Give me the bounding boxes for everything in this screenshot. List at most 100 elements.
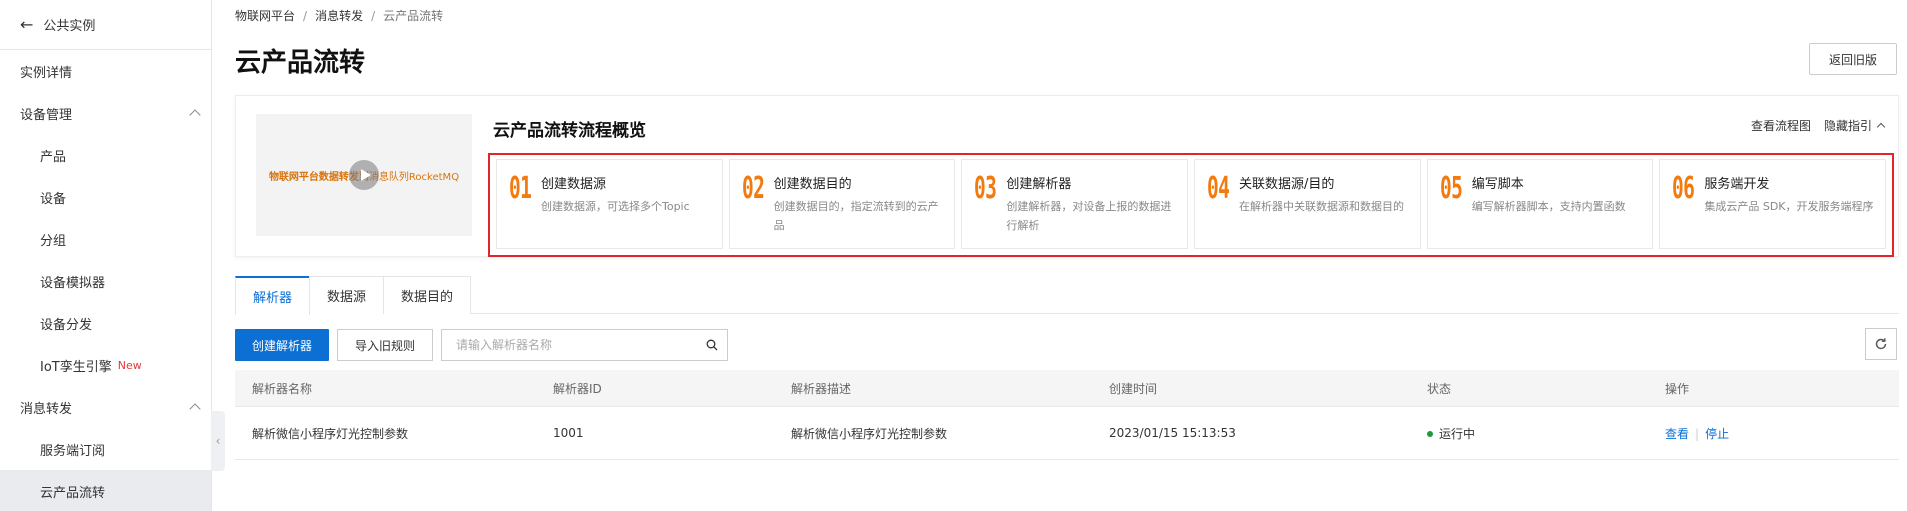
search-box: [441, 329, 729, 361]
step-title: 关联数据源/目的: [1239, 177, 1335, 192]
column-header: 创建时间: [1109, 381, 1158, 396]
tab-data-sources[interactable]: 数据源: [309, 276, 385, 314]
search-icon[interactable]: [706, 339, 718, 351]
play-icon[interactable]: [349, 160, 379, 190]
cell-actions: 查看 | 停止: [1665, 425, 1899, 442]
step-card: 06 服务端开发 集成云产品 SDK，开发服务端程序: [1659, 159, 1887, 249]
step-description: 在解析器中关联数据源和数据目的: [1239, 200, 1405, 213]
column-header: 解析器名称: [252, 381, 313, 396]
breadcrumb-item[interactable]: 消息转发: [315, 9, 363, 23]
chevron-up-icon: [189, 403, 201, 415]
app-root: ← 公共实例 实例详情 设备管理 产品 设备 分组 设备模拟器 设备分发 IoT…: [0, 0, 1907, 511]
breadcrumb: 物联网平台 / 消息转发 / 云产品流转: [235, 7, 443, 24]
step-title: 创建数据目的: [773, 177, 852, 192]
sidebar-item-device-distribution[interactable]: 设备分发: [0, 302, 211, 344]
sidebar-item-device-simulator[interactable]: 设备模拟器: [0, 260, 211, 302]
step-number: 03: [974, 171, 997, 206]
breadcrumb-separator: /: [371, 9, 376, 23]
back-to-instances[interactable]: ← 公共实例: [0, 0, 211, 50]
step-description: 创建数据目的，指定流转到的云产品: [773, 200, 939, 232]
create-parser-button[interactable]: 创建解析器: [235, 329, 330, 361]
step-card: 02 创建数据目的 创建数据目的，指定流转到的云产品: [728, 159, 956, 249]
sidebar-item-devices[interactable]: 设备: [0, 176, 211, 218]
step-description: 创建解析器，对设备上报的数据进行解析: [1006, 200, 1172, 232]
column-header: 解析器描述: [791, 381, 852, 396]
sidebar-item-groups[interactable]: 分组: [0, 218, 211, 260]
hide-guide-link[interactable]: 隐藏指引: [1823, 117, 1886, 134]
sidebar-item-instance-details[interactable]: 实例详情: [0, 50, 211, 92]
flow-overview-card: 物联网平台数据转发到消息队列RocketMQ 云产品流转流程概览 查看流程图 隐…: [235, 95, 1899, 257]
main-content: 物联网平台 / 消息转发 / 云产品流转 云产品流转 返回旧版 物联网平台数据转发到消息…: [212, 0, 1907, 511]
sidebar-item-label: 分组: [40, 233, 67, 249]
sidebar-group-message-forwarding[interactable]: 消息转发: [0, 386, 211, 428]
sidebar-item-server-subscription[interactable]: 服务端订阅: [0, 428, 211, 470]
cell-parser-description: 解析微信小程序灯光控制参数: [791, 426, 948, 441]
step-card: 03 创建解析器 创建解析器，对设备上报的数据进行解析: [961, 159, 1189, 249]
step-title: 服务端开发: [1704, 177, 1770, 192]
step-card: 01 创建数据源 创建数据源，可选择多个Topic: [496, 159, 723, 249]
breadcrumb-current: 云产品流转: [383, 9, 444, 23]
sidebar-item-label: 服务端订阅: [40, 443, 106, 459]
chevron-up-icon: [189, 109, 201, 121]
cell-parser-name: 解析微信小程序灯光控制参数: [252, 426, 409, 441]
page-title: 云产品流转: [235, 48, 366, 78]
steps-container: 01 创建数据源 创建数据源，可选择多个Topic 02 创建数据目的 创建数据…: [488, 153, 1894, 257]
step-description: 创建数据源，可选择多个Topic: [541, 200, 690, 213]
cell-status: 运行中: [1427, 425, 1665, 442]
sidebar-item-label: 实例详情: [20, 65, 73, 81]
sidebar: ← 公共实例 实例详情 设备管理 产品 设备 分组 设备模拟器 设备分发 IoT…: [0, 0, 225, 511]
step-number: 01: [509, 171, 532, 206]
search-input[interactable]: [442, 330, 693, 360]
sidebar-item-label: 设备: [40, 191, 67, 207]
back-label: 公共实例: [43, 19, 96, 34]
step-description: 集成云产品 SDK，开发服务端程序: [1704, 200, 1874, 213]
status-text: 运行中: [1439, 426, 1476, 441]
sidebar-item-label: IoT孪生引擎: [40, 359, 112, 375]
video-caption-part-b: 消息队列RocketMQ: [368, 171, 460, 183]
table-header: 解析器名称 解析器ID 解析器描述 创建时间 状态 操作: [235, 370, 1899, 407]
sidebar-item-label: 设备模拟器: [40, 275, 106, 291]
sidebar-item-products[interactable]: 产品: [0, 134, 211, 176]
sidebar-item-label: 消息转发: [20, 401, 73, 417]
cell-parser-id: 1001: [553, 426, 584, 440]
step-number: 05: [1439, 171, 1463, 206]
sidebar-item-label: 设备管理: [20, 107, 73, 123]
arrow-left-icon: ←: [20, 14, 34, 34]
tab-data-destinations[interactable]: 数据目的: [383, 276, 472, 314]
sidebar-item-label: 产品: [40, 149, 67, 165]
breadcrumb-item[interactable]: 物联网平台: [235, 9, 295, 23]
overview-title: 云产品流转流程概览: [493, 121, 646, 141]
view-flowchart-link[interactable]: 查看流程图: [1751, 117, 1811, 134]
breadcrumb-separator: /: [303, 9, 308, 23]
step-number: 04: [1207, 171, 1230, 206]
step-number: 06: [1672, 171, 1695, 206]
sidebar-item-iot-twin-engine[interactable]: IoT孪生引擎 New: [0, 344, 211, 386]
import-old-rules-button[interactable]: 导入旧规则: [337, 329, 434, 361]
tutorial-video[interactable]: 物联网平台数据转发到消息队列RocketMQ: [256, 114, 472, 236]
return-old-version-button[interactable]: 返回旧版: [1809, 43, 1897, 75]
toolbar: 创建解析器 导入旧规则: [235, 328, 729, 362]
step-number: 02: [741, 171, 765, 206]
column-header: 操作: [1665, 381, 1690, 396]
sidebar-item-cloud-product-flow[interactable]: 云产品流转: [0, 470, 211, 511]
parser-table: 解析器名称 解析器ID 解析器描述 创建时间 状态 操作 解析微信小程序灯光控制…: [235, 370, 1899, 460]
refresh-icon: [1875, 338, 1887, 350]
chevron-up-icon: [1876, 122, 1886, 132]
column-header: 解析器ID: [553, 381, 602, 396]
tab-bar: 解析器 数据源 数据目的: [235, 276, 1899, 315]
hide-guide-label: 隐藏指引: [1823, 119, 1872, 133]
refresh-button[interactable]: [1865, 328, 1897, 360]
step-card: 04 关联数据源/目的 在解析器中关联数据源和数据目的: [1194, 159, 1421, 249]
stop-link[interactable]: 停止: [1705, 427, 1729, 441]
action-divider: |: [1695, 426, 1700, 441]
cell-created-time: 2023/01/15 15:13:53: [1109, 426, 1236, 440]
sidebar-group-device-management[interactable]: 设备管理: [0, 92, 211, 134]
status-running-dot: [1427, 430, 1433, 437]
step-description: 编写解析器脚本，支持内置函数: [1471, 200, 1626, 213]
table-row: 解析微信小程序灯光控制参数 1001 解析微信小程序灯光控制参数 2023/01…: [235, 407, 1899, 460]
tab-parsers[interactable]: 解析器: [235, 276, 311, 315]
view-link[interactable]: 查看: [1665, 427, 1689, 441]
sidebar-item-label: 设备分发: [40, 317, 93, 333]
column-header: 状态: [1427, 381, 1452, 396]
step-card: 05 编写脚本 编写解析器脚本，支持内置函数: [1426, 159, 1654, 249]
